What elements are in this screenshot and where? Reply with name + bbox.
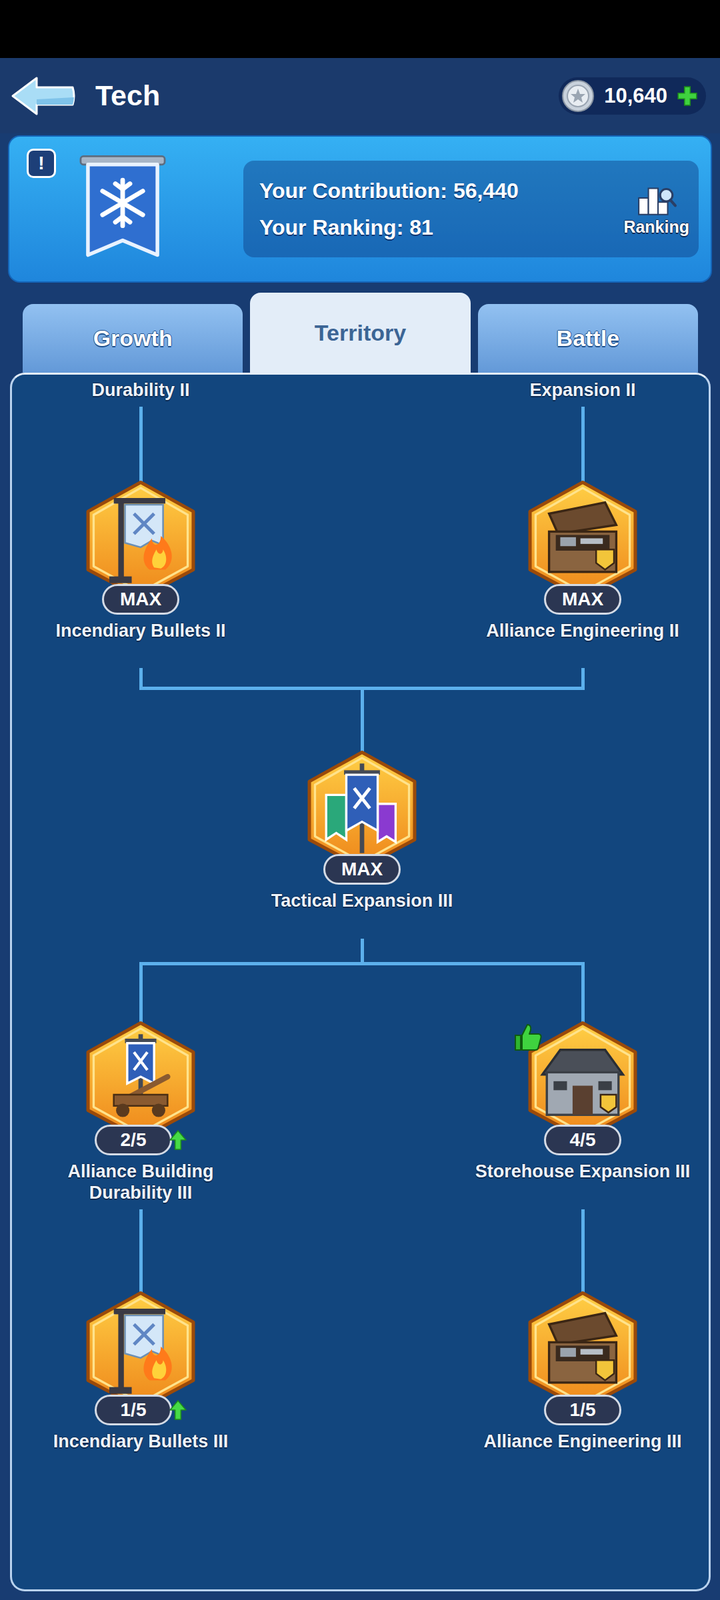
alliance-banner: ! Your Contribution: 56,440 Your Ranking: … <box>8 135 712 283</box>
level-badge: 1/5 <box>94 1394 172 1426</box>
tech-node[interactable]: MAX Alliance Engineering II <box>466 480 700 642</box>
node-label: Tactical Expansion III <box>245 890 479 912</box>
tab-bar: GrowthTerritoryBattle <box>0 292 720 373</box>
upgrade-arrow-icon <box>169 1399 187 1421</box>
alert-badge[interactable]: ! <box>26 148 56 178</box>
connector-line <box>581 406 585 482</box>
tech-node[interactable]: 4/5 Storehouse Expansion III <box>466 1020 700 1182</box>
tech-node[interactable]: 1/5 Incendiary Bullets III <box>24 1290 258 1452</box>
tab[interactable]: Battle <box>478 304 698 373</box>
header: Tech 10,640 <box>0 58 720 134</box>
tech-hex-icon <box>306 750 418 870</box>
level-badge-row: 1/5 <box>94 1394 187 1426</box>
node-label: Incendiary Bullets II <box>24 620 258 642</box>
level-badge-row: 2/5 <box>94 1124 187 1156</box>
tab[interactable]: Growth <box>22 304 243 373</box>
contribution-info: Your Contribution: 56,440 Your Ranking: 8… <box>259 178 616 240</box>
tech-screen: Tech10,640!Your Contribution: 56,440Your… <box>0 0 720 1600</box>
tech-node[interactable]: MAX Tactical Expansion III <box>245 750 479 912</box>
snowflake-flag-icon <box>76 152 169 266</box>
contribution-box: Your Contribution: 56,440 Your Ranking: 8… <box>243 160 699 258</box>
coin-balance: 10,640 <box>558 77 706 115</box>
level-badge: MAX <box>544 584 622 615</box>
level-badge-row: MAX <box>102 584 180 615</box>
node-label: Expansion II <box>466 378 700 402</box>
connector-line <box>581 963 585 1024</box>
status-bar <box>0 0 720 58</box>
level-badge-row: MAX <box>323 854 401 885</box>
tech-hex-icon <box>526 480 639 600</box>
tech-hex-icon <box>84 1290 197 1411</box>
node-label: Alliance Engineering II <box>466 620 700 642</box>
connector-line <box>360 938 364 965</box>
back-arrow-icon[interactable] <box>10 75 77 117</box>
contribution-text: Your Contribution: 56,440 <box>259 178 616 204</box>
level-badge: MAX <box>102 584 180 615</box>
upgrade-arrow-icon <box>169 1129 187 1151</box>
node-label: Incendiary Bullets III <box>24 1430 258 1452</box>
tech-hex-icon <box>526 1020 639 1141</box>
node-label: Alliance Engineering III <box>466 1430 700 1452</box>
level-badge: 2/5 <box>94 1124 172 1156</box>
connector-line <box>139 962 585 966</box>
ranking-button[interactable]: Ranking <box>623 181 690 237</box>
node-label: Alliance Building Durability III <box>24 1160 258 1204</box>
level-badge-row: 4/5 <box>544 1124 622 1156</box>
coin-amount: 10,640 <box>601 84 670 108</box>
node-label: Durability II <box>24 378 258 402</box>
tech-hex-icon <box>84 480 197 600</box>
ranking-text: Your Ranking: 81 <box>259 215 616 240</box>
connector-line <box>360 688 364 752</box>
level-badge: 4/5 <box>544 1124 622 1156</box>
node-label: Storehouse Expansion III <box>466 1160 700 1182</box>
tech-tree-panel: Durability II Expansion II MAX Incendiary B… <box>10 372 711 1592</box>
level-badge-row: 1/5 <box>544 1394 622 1426</box>
add-coins-plus-icon[interactable] <box>676 85 698 107</box>
tech-node[interactable]: 1/5 Alliance Engineering III <box>466 1290 700 1452</box>
podium-magnifier-icon <box>636 181 678 216</box>
tech-node[interactable]: MAX Incendiary Bullets II <box>24 480 258 642</box>
ranking-label: Ranking <box>623 217 690 237</box>
connector-line <box>139 406 143 482</box>
connector-line <box>139 963 143 1024</box>
tech-hex-icon <box>526 1290 639 1411</box>
page-title: Tech <box>95 79 160 112</box>
coin-icon <box>561 79 595 113</box>
tech-node[interactable]: 2/5 Alliance Building Durability III <box>24 1020 258 1204</box>
thumbs-up-icon <box>512 1022 544 1053</box>
tech-hex-icon <box>84 1020 197 1141</box>
connector-line <box>139 1209 143 1294</box>
tab[interactable]: Territory <box>250 292 470 373</box>
level-badge-row: MAX <box>544 584 622 615</box>
level-badge: MAX <box>323 854 401 885</box>
level-badge: 1/5 <box>544 1394 622 1426</box>
connector-line <box>581 1209 585 1294</box>
